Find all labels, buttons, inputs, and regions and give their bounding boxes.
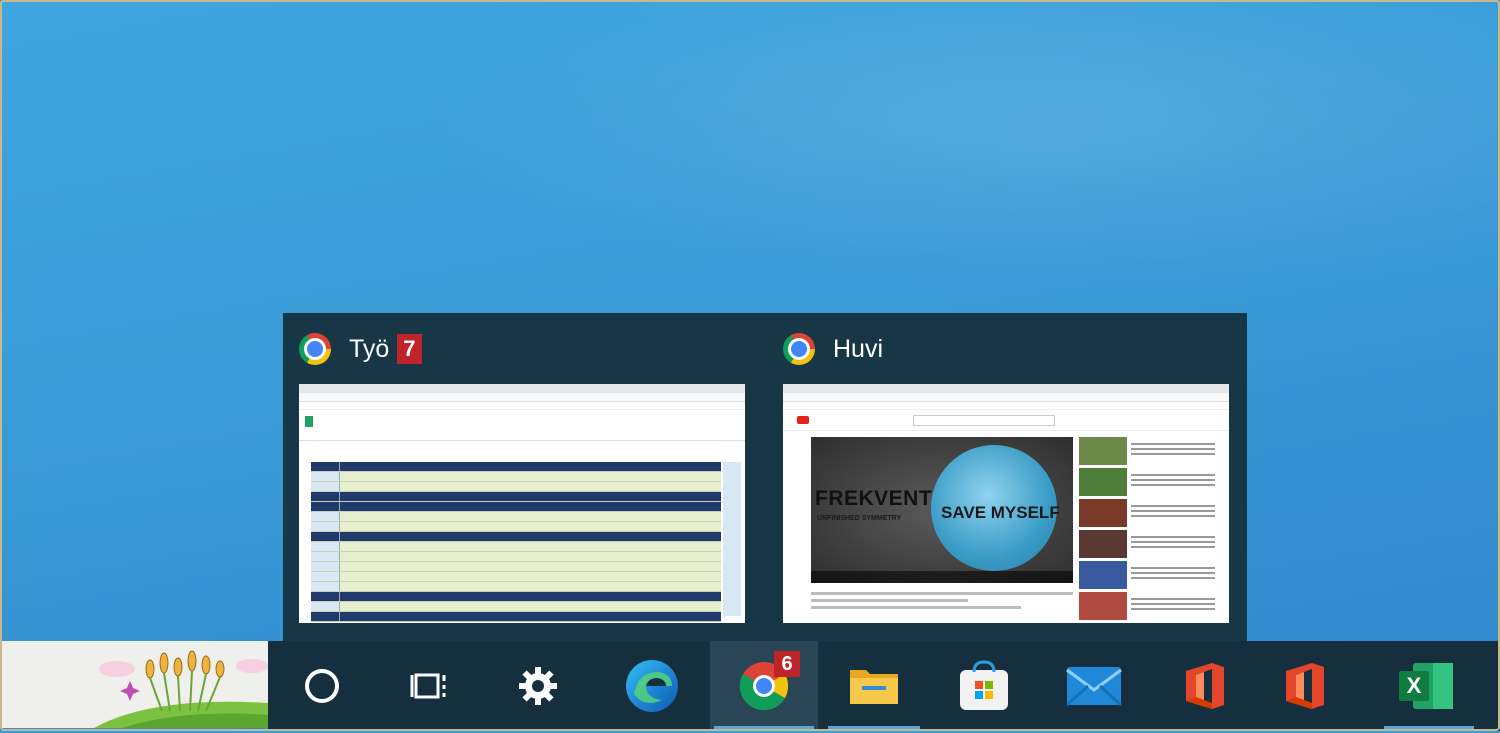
taskbar: 6 X (268, 641, 1500, 731)
recommended-videos-list (1079, 437, 1219, 623)
task-view-icon (410, 673, 446, 699)
youtube-header (783, 410, 1229, 431)
browser-address-bar (299, 393, 745, 402)
gear-icon (519, 667, 557, 705)
flowers-illustration-icon (94, 650, 268, 728)
window-group-title: Huvi (833, 334, 884, 363)
edge-button[interactable] (598, 641, 706, 731)
store-icon (960, 660, 1008, 710)
chrome-button[interactable]: 6 (710, 641, 818, 731)
window-group-tyo[interactable]: Työ 7 (299, 313, 763, 641)
active-indicator (714, 726, 814, 729)
task-view-button[interactable] (376, 641, 484, 731)
browser-tab-bar (783, 384, 1229, 393)
file-explorer-button[interactable] (820, 641, 928, 731)
office-icon (1186, 663, 1224, 709)
spreadsheet-side-panel (723, 462, 741, 616)
window-group-huvi[interactable]: Huvi FREKVENT UNFINISHED SYMMETRY SAVE M… (783, 313, 1247, 641)
video-metadata (811, 588, 1073, 618)
excel-letter: X (1406, 673, 1422, 698)
store-button[interactable] (930, 641, 1038, 731)
bookmarks-bar (783, 402, 1229, 410)
folder-icon (850, 670, 898, 704)
browser-tab-bar (299, 384, 745, 393)
video-artist-text: FREKVENT (815, 487, 933, 510)
youtube-search-box (913, 415, 1055, 426)
settings-button[interactable] (484, 641, 592, 731)
video-controls-bar (811, 571, 1073, 583)
browser-address-bar (783, 393, 1229, 402)
spreadsheet-grid (311, 462, 721, 622)
widgets-button[interactable] (2, 641, 268, 728)
running-indicator (828, 726, 920, 729)
window-group-header: Työ 7 (299, 331, 422, 367)
excel-button[interactable]: X (1372, 641, 1480, 731)
running-indicator (1384, 726, 1474, 729)
google-sheets-icon (305, 416, 313, 427)
edge-icon (626, 660, 678, 712)
search-button[interactable] (268, 641, 376, 731)
video-song-text: SAVE MYSELF (941, 503, 1060, 522)
window-thumbnail-spreadsheet[interactable] (299, 384, 745, 623)
window-count-badge: 7 (397, 334, 422, 364)
video-album-text: UNFINISHED SYMMETRY (817, 515, 902, 522)
window-count-badge: 6 (774, 651, 800, 677)
video-player: FREKVENT UNFINISHED SYMMETRY SAVE MYSELF (811, 437, 1073, 583)
chrome-icon (783, 333, 815, 365)
window-group-title: Työ (349, 334, 390, 363)
office-icon (1286, 663, 1324, 709)
bookmarks-bar (299, 402, 745, 410)
mail-icon (1066, 667, 1122, 706)
window-group-header: Huvi (783, 331, 883, 367)
youtube-logo-icon (797, 416, 809, 424)
taskbar-thumbnail-popup: Työ 7 Huvi FREKVENT UNFINISHED SYMMETRY … (283, 313, 1247, 641)
excel-icon: X (1399, 661, 1453, 711)
mail-button[interactable] (1040, 641, 1148, 731)
chrome-icon (299, 333, 331, 365)
circle-icon (305, 669, 339, 703)
sheets-toolbar (299, 410, 745, 441)
office-button[interactable] (1150, 641, 1258, 731)
window-thumbnail-youtube[interactable]: FREKVENT UNFINISHED SYMMETRY SAVE MYSELF (783, 384, 1229, 623)
office-button-2[interactable] (1250, 641, 1358, 731)
